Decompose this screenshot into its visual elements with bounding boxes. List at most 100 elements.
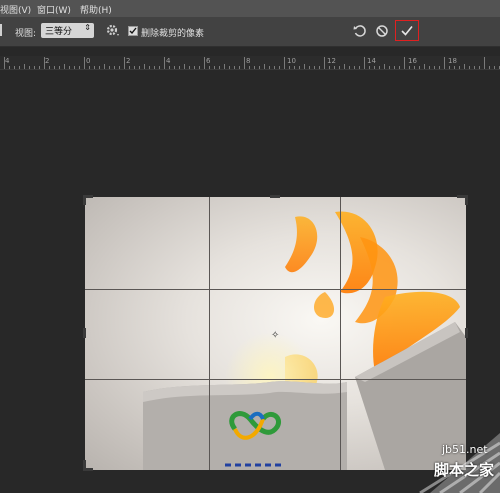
reset-icon[interactable] (352, 23, 368, 39)
ruler-tick (4, 57, 5, 69)
ruler-tick (494, 66, 495, 69)
ruler-tick (104, 64, 105, 69)
ruler-label: 16 (408, 57, 417, 65)
view-label: 视图: (15, 29, 37, 39)
ruler-tick (329, 66, 330, 69)
commit-button[interactable] (395, 20, 419, 41)
ruler-tick (304, 64, 305, 69)
ruler-tick (144, 64, 145, 69)
menu-window[interactable]: 窗口(W) (37, 3, 71, 16)
ruler-tick (424, 64, 425, 69)
ruler-tick (184, 64, 185, 69)
ruler-tick (224, 64, 225, 69)
ruler-tick (99, 66, 100, 69)
thirds-grid-horizontal-top (85, 289, 466, 290)
ruler-tick (459, 66, 460, 69)
ruler-tick (109, 66, 110, 69)
ruler-tick (124, 57, 125, 69)
ruler-tick (84, 57, 85, 69)
ruler-tick (399, 66, 400, 69)
ruler-tick (159, 66, 160, 69)
ruler-tick (434, 66, 435, 69)
ruler-label: 8 (246, 57, 251, 65)
ruler-tick (359, 66, 360, 69)
ruler-tick (324, 57, 325, 69)
ruler-tick (209, 66, 210, 69)
horizontal-ruler: 4 2 0 2 4 6 8 10 12 14 16 18 (0, 56, 500, 70)
ruler-tick (49, 66, 50, 69)
ruler-tick (309, 66, 310, 69)
ruler-tick (59, 66, 60, 69)
delete-cropped-pixels-label: 删除裁剪的像素 (141, 29, 205, 39)
ruler-tick (129, 66, 130, 69)
view-overlay-value: 三等分 (45, 27, 73, 37)
ruler-tick (249, 66, 250, 69)
ruler-label: 12 (327, 57, 336, 65)
crop-handle-right-middle[interactable] (465, 328, 468, 338)
ruler-tick (179, 66, 180, 69)
ruler-tick (34, 66, 35, 69)
ruler-tick (354, 66, 355, 69)
ruler-tick (439, 66, 440, 69)
ruler-tick (154, 66, 155, 69)
gear-icon[interactable] (105, 23, 119, 37)
ruler-tick (419, 66, 420, 69)
ruler-tick (219, 66, 220, 69)
ruler-tick (14, 66, 15, 69)
ruler-tick (9, 66, 10, 69)
ruler-tick (314, 66, 315, 69)
checkmark-icon (401, 25, 413, 36)
ruler-tick (194, 66, 195, 69)
ruler-tick (69, 66, 70, 69)
view-overlay-select[interactable]: 三等分 ⇕ (41, 23, 94, 38)
crop-handle-top-right[interactable] (465, 195, 468, 205)
ruler-tick (409, 66, 410, 69)
ruler-tick (174, 66, 175, 69)
menu-help[interactable]: 帮助(H) (80, 3, 112, 16)
ruler-tick (64, 64, 65, 69)
ruler-tick (264, 64, 265, 69)
thirds-grid-horizontal-bottom (85, 379, 466, 380)
ruler-tick (294, 66, 295, 69)
ruler-label: 6 (206, 57, 211, 65)
ruler-tick (464, 64, 465, 69)
ruler-label: 18 (448, 57, 457, 65)
menu-bar: 视图(V) 窗口(W) 帮助(H) (0, 0, 500, 17)
delete-cropped-pixels-checkbox[interactable] (128, 26, 138, 36)
ruler-tick (319, 66, 320, 69)
crop-handle-bottom-left[interactable] (83, 468, 93, 471)
watermark: jb51.net 脚本之家 (400, 433, 500, 493)
crop-handle-top-middle[interactable] (270, 195, 280, 198)
ruler-tick (199, 66, 200, 69)
watermark-url: jb51.net (442, 443, 488, 456)
ruler-tick (484, 57, 485, 69)
watermark-text: 脚本之家 (434, 461, 495, 479)
crop-center-crosshair-icon: ✧ (271, 330, 280, 341)
ruler-tick (374, 66, 375, 69)
ruler-tick (39, 66, 40, 69)
ruler-tick (284, 57, 285, 69)
ruler-tick (379, 66, 380, 69)
ruler-tick (334, 66, 335, 69)
ruler-tick (259, 66, 260, 69)
ruler-tick (239, 66, 240, 69)
ruler-tick (234, 66, 235, 69)
ruler-tick (479, 66, 480, 69)
ruler-tick (274, 66, 275, 69)
ruler-tick (279, 66, 280, 69)
ruler-tick (489, 66, 490, 69)
ruler-tick (164, 57, 165, 69)
ruler-tick (349, 66, 350, 69)
options-bar: 视图: 三等分 ⇕ 删除裁剪的像素 (0, 17, 500, 47)
cancel-icon[interactable] (374, 23, 390, 39)
options-separator (0, 24, 2, 36)
ruler-tick (454, 66, 455, 69)
crop-handle-top-left[interactable] (83, 195, 86, 205)
ruler-tick (149, 66, 150, 69)
crop-handle-left-middle[interactable] (83, 328, 86, 338)
ruler-tick (269, 66, 270, 69)
menu-view[interactable]: 视图(V) (0, 3, 31, 16)
ruler-tick (429, 66, 430, 69)
ruler-tick (364, 57, 365, 69)
ruler-tick (244, 57, 245, 69)
